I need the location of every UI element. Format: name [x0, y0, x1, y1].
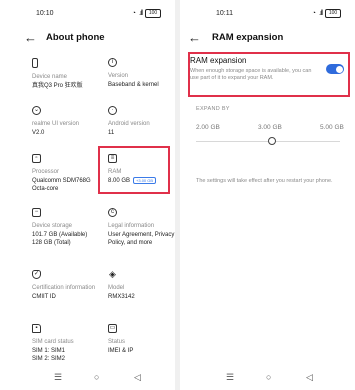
signal-icon: .ıll [319, 10, 323, 17]
home-nav-icon[interactable]: ○ [266, 372, 271, 382]
storage-icon: − [32, 208, 41, 217]
status-time: 10:10 [36, 10, 54, 17]
battery-icon: 100 [325, 9, 341, 18]
ram-highlight-box [98, 146, 170, 194]
header: ← About phone [0, 30, 175, 46]
info-item-status[interactable]: ▭ Status IMEI & IP [108, 324, 175, 355]
navigation-bar: ☰ ○ ◁ [0, 372, 175, 384]
certification-icon: ✓ [32, 270, 41, 279]
back-arrow-icon[interactable]: ← [24, 30, 37, 46]
info-item-legal[interactable]: c Legal information User Agreement, Priv… [108, 208, 175, 247]
android-icon: · [108, 106, 117, 115]
about-phone-screen: 10:10 ◔ .ıll 100 ← About phone Device na… [0, 0, 175, 390]
wifi-icon: ◔ [131, 10, 136, 17]
status-icon: ▭ [108, 324, 117, 333]
status-bar: 10:11 ◔ .ıll 100 [180, 8, 355, 20]
info-item-certification[interactable]: ✓ Certification information CMIIT ID [32, 270, 104, 301]
header: ← RAM expansion [180, 30, 355, 46]
ram-expansion-screen: 10:11 ◔ .ıll 100 ← RAM expansion RAM exp… [180, 0, 355, 390]
info-item-model[interactable]: ◈ Model RMX3142 [108, 270, 175, 301]
layers-icon: ◈ [109, 269, 116, 279]
status-bar: 10:10 ◔ .ıll 100 [0, 8, 175, 20]
back-nav-icon[interactable]: ◁ [134, 372, 141, 383]
page-title: RAM expansion [212, 32, 284, 43]
info-item-device-name[interactable]: Device name 真我Q3 Pro 狂欢版 [32, 58, 104, 90]
info-item-android[interactable]: · Android version 11 [108, 106, 175, 137]
expand-option-5gb[interactable]: 5.00 GB [320, 124, 344, 131]
info-item-version[interactable]: i Version Baseband & kernel [108, 58, 175, 89]
wifi-icon: ◔ [311, 10, 316, 17]
menu-nav-icon[interactable]: ☰ [54, 372, 62, 383]
menu-nav-icon[interactable]: ☰ [226, 372, 234, 383]
battery-icon: 100 [145, 9, 161, 18]
navigation-bar: ☰ ○ ◁ [180, 372, 355, 384]
processor-icon: ▫ [32, 154, 41, 163]
expand-option-3gb[interactable]: 3.00 GB [258, 124, 282, 131]
info-item-realme-ui[interactable]: ⌄ realme UI version V2.0 [32, 106, 104, 137]
signal-icon: .ıll [139, 10, 143, 17]
expand-by-label: EXPAND BY [196, 106, 230, 112]
status-time: 10:11 [216, 10, 233, 17]
back-nav-icon[interactable]: ◁ [306, 372, 313, 383]
info-item-processor[interactable]: ▫ Processor Qualcomm SDM768G Octa-core [32, 154, 104, 193]
info-item-storage[interactable]: − Device storage 101.7 GB (Available) 12… [32, 208, 104, 247]
expand-slider-knob[interactable] [268, 137, 276, 145]
copyright-icon: c [108, 208, 117, 217]
restart-note: The settings will take effect after you … [196, 178, 333, 184]
realme-ui-icon: ⌄ [32, 106, 41, 115]
sim-icon: ▪ [32, 324, 41, 333]
expand-option-2gb[interactable]: 2.00 GB [196, 124, 220, 131]
info-item-sim-status[interactable]: ▪ SIM card status SIM 1: SIM1 SIM 2: SIM… [32, 324, 104, 363]
back-arrow-icon[interactable]: ← [188, 30, 201, 46]
page-title: About phone [46, 32, 105, 43]
phone-icon [32, 58, 38, 68]
home-nav-icon[interactable]: ○ [94, 372, 99, 382]
info-icon: i [108, 58, 117, 67]
ram-expansion-highlight-box [188, 52, 350, 97]
